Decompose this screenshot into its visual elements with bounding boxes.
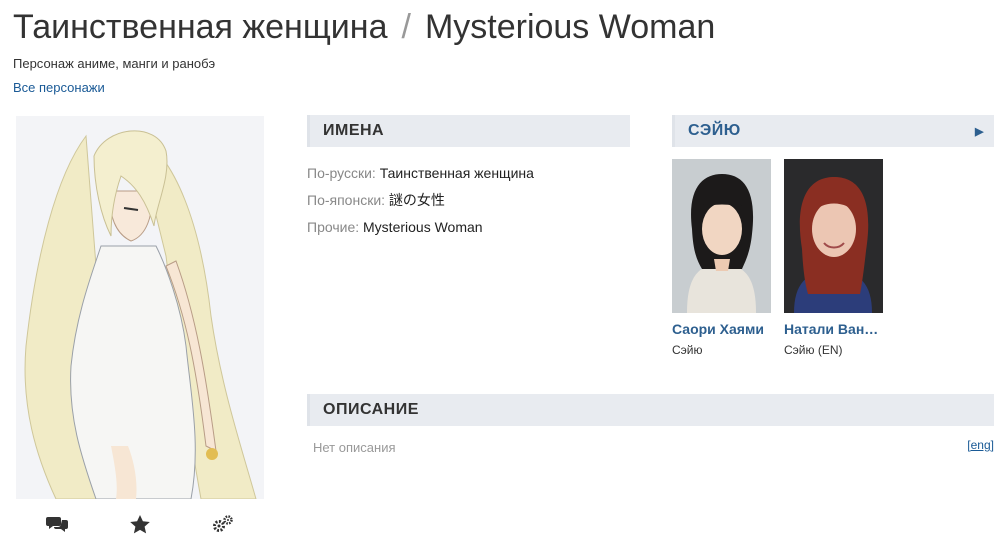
names-heading: ИМЕНА <box>307 115 630 147</box>
title-separator: / <box>401 8 411 46</box>
name-value: 謎の女性 <box>388 192 445 208</box>
comments-icon[interactable] <box>16 512 99 536</box>
triangle-right-icon: ▶ <box>975 125 984 138</box>
description-empty-text: Нет описания <box>313 440 396 455</box>
seyu-actor-1[interactable]: Саори Хаями Сэйю <box>672 159 772 357</box>
actor-name[interactable]: Саори Хаями <box>672 321 782 337</box>
all-characters-link[interactable]: Все персонажи <box>13 80 105 95</box>
description-lang-link[interactable]: [eng] <box>967 438 994 452</box>
name-row-ja: По-японски: 謎の女性 <box>307 187 534 214</box>
seyu-heading-label: СЭЙЮ <box>688 122 741 139</box>
name-label: По-японски: <box>307 192 386 208</box>
actor-photo[interactable] <box>672 159 771 313</box>
actor-photo[interactable] <box>784 159 883 313</box>
gears-icon[interactable] <box>181 512 264 536</box>
character-actions <box>16 512 264 536</box>
name-value: Таинственная женщина <box>379 165 534 181</box>
title-ru: Таинственная женщина <box>13 8 388 46</box>
actor-name[interactable]: Натали Ван… <box>784 321 894 337</box>
name-label: Прочие: <box>307 219 360 235</box>
name-row-ru: По-русски: Таинственная женщина <box>307 160 534 187</box>
name-row-other: Прочие: Mysterious Woman <box>307 214 534 241</box>
seyu-actor-2[interactable]: Натали Ван… Сэйю (EN) <box>784 159 884 357</box>
names-list: По-русски: Таинственная женщина По-японс… <box>307 160 534 241</box>
character-image <box>16 116 264 499</box>
seyu-heading[interactable]: СЭЙЮ ▶ <box>672 115 994 147</box>
page-subtitle: Персонаж аниме, манги и ранобэ <box>13 56 216 71</box>
star-icon[interactable] <box>99 512 182 536</box>
actor-role: Сэйю <box>672 343 703 357</box>
name-value: Mysterious Woman <box>363 219 483 235</box>
name-label: По-русски: <box>307 165 376 181</box>
description-heading: ОПИСАНИЕ <box>307 394 994 426</box>
actor-role: Сэйю (EN) <box>784 343 843 357</box>
title-en: Mysterious Woman <box>424 8 716 46</box>
character-poster <box>16 116 264 499</box>
page-title: Таинственная женщина / Mysterious Woman <box>13 8 715 47</box>
